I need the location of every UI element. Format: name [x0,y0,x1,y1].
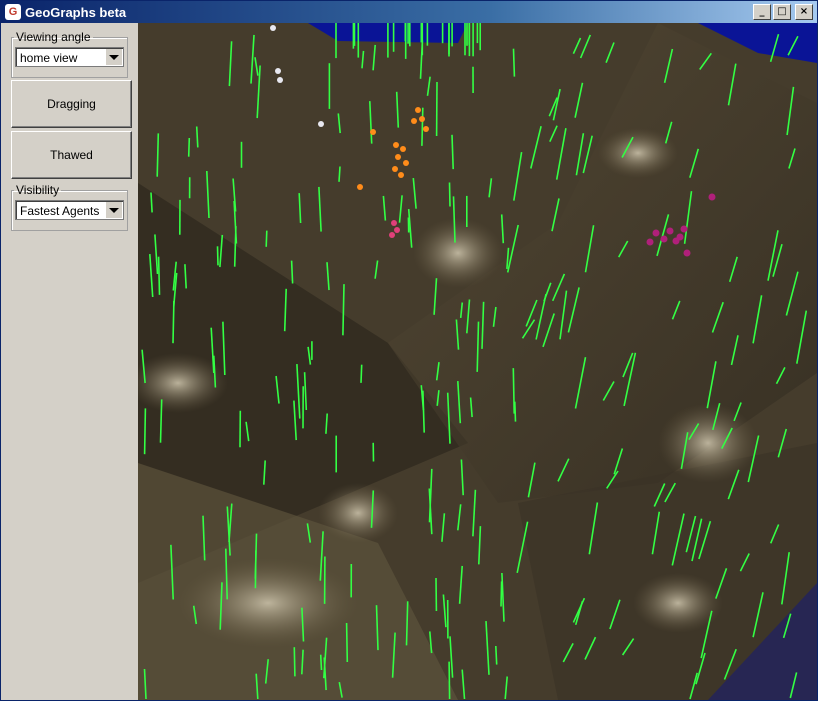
app-icon: G [5,4,21,20]
title-bar[interactable]: G GeoGraphs beta _ □ × [1,1,817,23]
agent[interactable] [400,146,406,152]
agent-trail [342,284,345,336]
visibility-group: Visibility Fastest Agents [11,183,128,231]
rock-patch [598,128,678,178]
agent[interactable] [666,227,674,235]
terrain-canvas[interactable] [138,23,817,700]
viewing-angle-select[interactable]: home view [15,47,124,67]
viewing-angle-group: Viewing angle home view [11,30,128,78]
close-button[interactable]: × [795,4,813,20]
rock-patch [318,483,398,543]
window-title: GeoGraphs beta [25,5,127,20]
agent-trail [448,182,451,207]
control-panel: Viewing angle home view Dragging Thawed … [1,23,138,700]
agent[interactable] [415,107,421,113]
visibility-select[interactable]: Fastest Agents [15,200,124,220]
agent[interactable] [395,154,401,160]
agent[interactable] [660,235,668,243]
visibility-value: Fastest Agents [20,204,100,218]
agent-trail [512,368,515,414]
visibility-label: Visibility [16,183,60,197]
agent[interactable] [318,121,324,127]
agent[interactable] [403,160,409,166]
dragging-button[interactable]: Dragging [11,80,132,128]
agent[interactable] [680,225,688,233]
agent[interactable] [398,172,404,178]
agent[interactable] [652,229,660,237]
agent[interactable] [683,249,691,257]
agent-trail [448,661,451,700]
terrain-3d-view[interactable] [138,23,817,700]
agent-trail [157,256,161,295]
maximize-button[interactable]: □ [773,4,791,20]
agent-trail [512,48,516,77]
agent-trail [172,300,175,344]
agent-trail [216,246,219,266]
rock-patch [658,403,758,483]
agent-trail [143,408,147,455]
agent[interactable] [270,25,276,31]
agent[interactable] [676,233,684,241]
agent-trail [290,260,294,284]
thawed-button[interactable]: Thawed [11,131,132,179]
agent-trail [156,133,160,177]
agent-trail [319,654,323,671]
viewing-angle-value: home view [20,51,78,65]
agent-trail [265,230,268,247]
agent[interactable] [708,193,716,201]
agent-trail [345,622,349,663]
agent[interactable] [411,118,417,124]
agent[interactable] [370,129,376,135]
agent[interactable] [419,116,425,122]
agent[interactable] [646,238,654,246]
rock-patch [413,218,503,288]
agent[interactable] [394,227,400,233]
agent[interactable] [392,166,398,172]
agent[interactable] [275,68,281,74]
agent[interactable] [423,126,429,132]
minimize-button[interactable]: _ [753,4,771,20]
agent[interactable] [389,232,395,238]
agent[interactable] [391,220,397,226]
agent-trail [360,364,363,383]
viewing-angle-label: Viewing angle [16,30,91,44]
agent-trail [421,107,424,146]
agent[interactable] [393,142,399,148]
agent-trail [500,581,503,607]
agent[interactable] [357,184,363,190]
agent[interactable] [277,77,283,83]
agent-trail [187,137,191,157]
agent-trail [293,647,296,677]
rock-patch [178,558,358,648]
app-window: G GeoGraphs beta _ □ × Viewing angle hom… [0,0,818,701]
agent-trail [495,645,498,665]
agent-trail [195,126,199,148]
agent-trail [150,192,153,213]
agent-trail [338,166,341,182]
chevron-down-icon[interactable] [106,49,122,65]
chevron-down-icon[interactable] [106,202,122,218]
